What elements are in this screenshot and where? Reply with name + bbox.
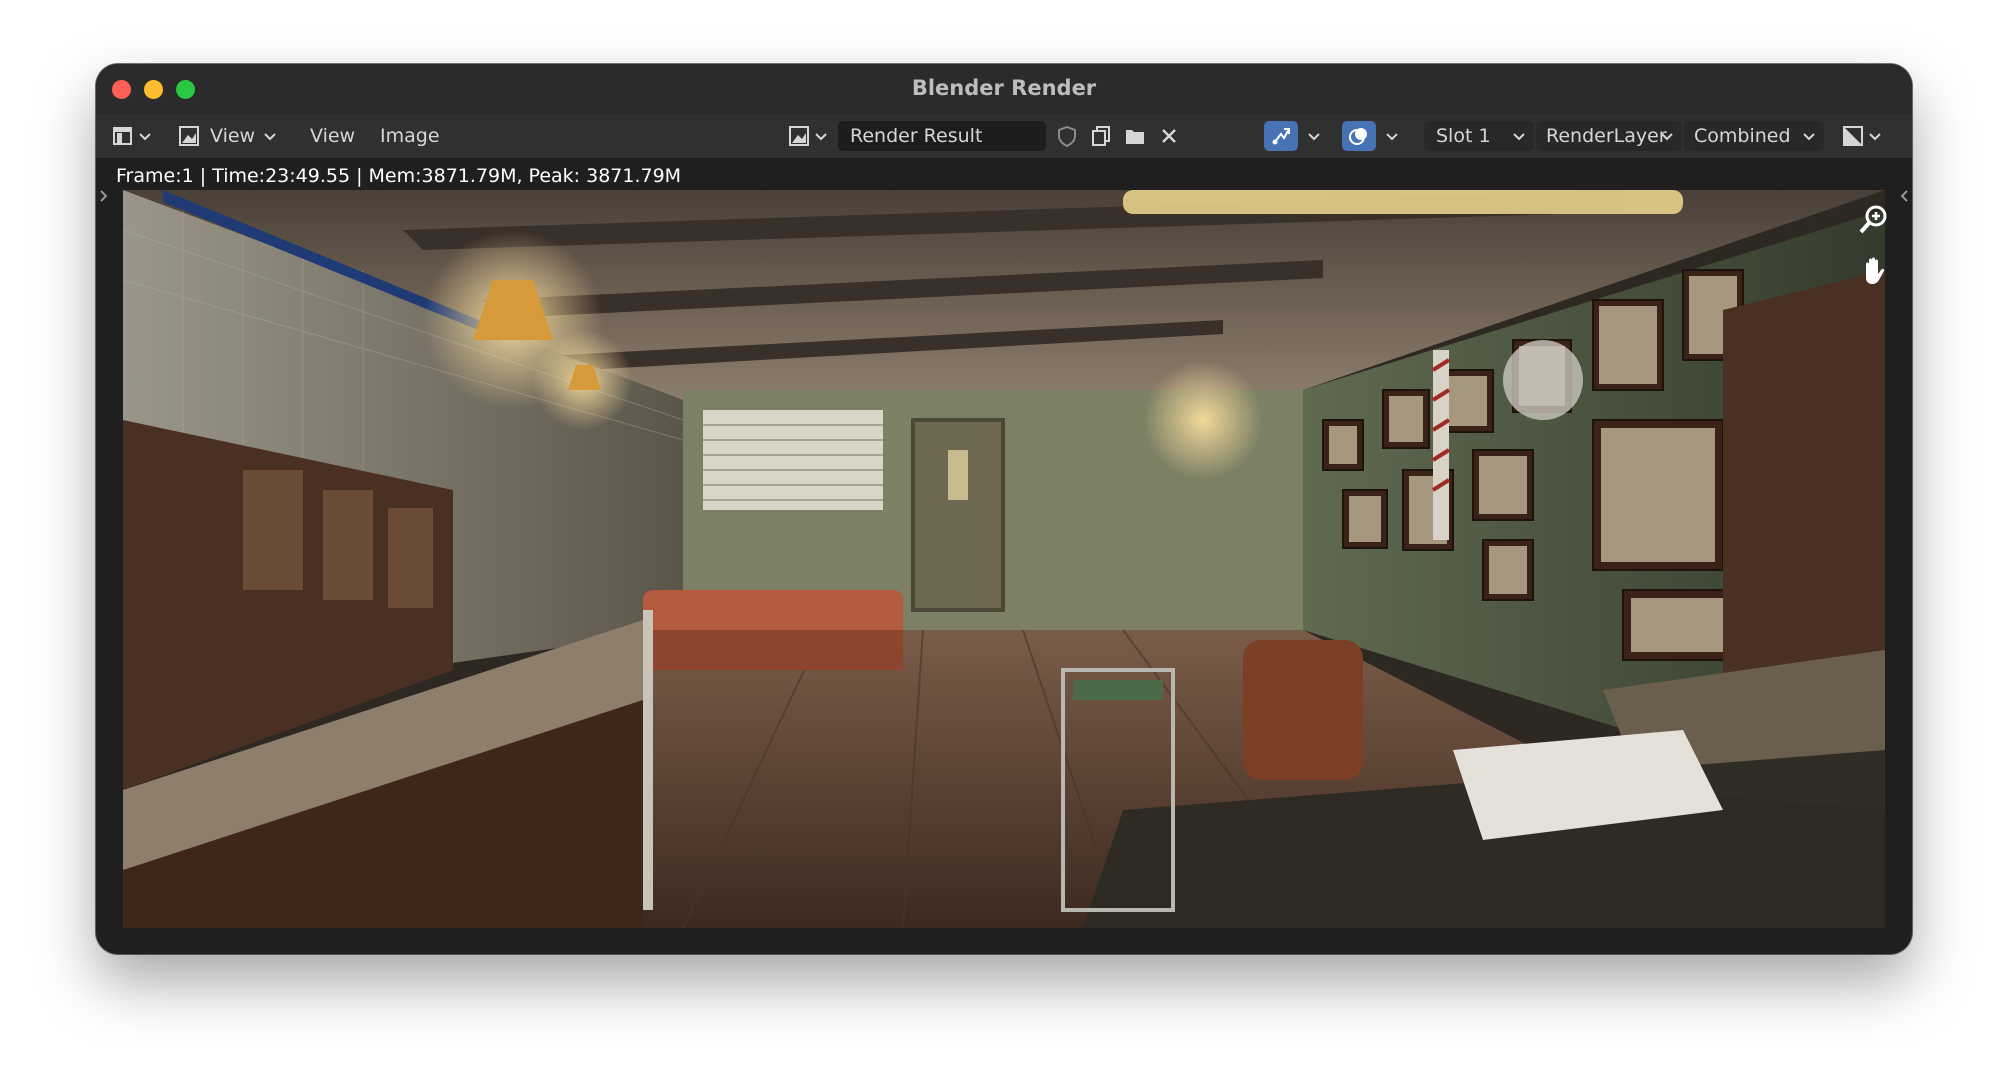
render-pass-dropdown[interactable]: Combined — [1684, 121, 1824, 151]
chevron-down-icon — [1308, 133, 1320, 141]
editor-type-dropdown[interactable] — [112, 121, 156, 151]
slot-dropdown[interactable]: Slot 1 — [1424, 121, 1534, 151]
chevron-down-icon — [1513, 133, 1525, 141]
close-icon — [1162, 129, 1176, 143]
folder-icon — [1126, 130, 1144, 144]
open-image-button[interactable] — [1118, 121, 1152, 151]
chevron-down-icon — [815, 133, 827, 141]
image-browse-icon — [789, 126, 809, 146]
image-view-icon — [179, 126, 199, 146]
chevron-down-icon — [264, 133, 276, 141]
unlink-image-button[interactable] — [1152, 121, 1186, 151]
image-editor-header: View View Image Render Result Slot 1 Ren… — [96, 114, 1912, 159]
slot-label: Slot 1 — [1436, 125, 1491, 147]
overlays-icon — [1349, 128, 1367, 145]
fake-user-button[interactable] — [1050, 121, 1084, 151]
menu-image[interactable]: Image — [380, 125, 440, 147]
duplicate-icon — [1092, 126, 1110, 146]
blender-render-window: Blender Render View View Image Render Re… — [96, 64, 1912, 954]
show-gizmo-toggle[interactable] — [1264, 121, 1298, 151]
render-result-image[interactable] — [122, 190, 1885, 929]
gizmo-icon — [1272, 128, 1290, 145]
render-pass-label: Combined — [1694, 125, 1791, 147]
image-name: Render Result — [850, 125, 983, 147]
display-channels-dropdown[interactable] — [1842, 121, 1890, 151]
display-channels-icon — [1843, 126, 1863, 146]
render-layer-label: RenderLayer — [1546, 125, 1667, 147]
show-overlays-toggle[interactable] — [1342, 121, 1376, 151]
chevron-down-icon — [1661, 133, 1673, 141]
chevron-down-icon — [1869, 133, 1881, 141]
title-bar: Blender Render — [96, 64, 1912, 115]
view-mode-label: View — [210, 125, 256, 147]
image-editor-icon — [113, 127, 132, 145]
menu-view[interactable]: View — [310, 125, 355, 147]
pan-hand-icon[interactable] — [1857, 254, 1891, 288]
render-stats-text: Frame:1 | Time:23:49.55 | Mem:3871.79M, … — [116, 165, 682, 187]
view-mode-dropdown[interactable]: View — [178, 121, 288, 151]
overlay-options-dropdown[interactable] — [1378, 121, 1406, 151]
zoom-icon[interactable] — [1857, 202, 1891, 236]
gizmo-options-dropdown[interactable] — [1300, 121, 1328, 151]
chevron-down-icon — [1803, 133, 1815, 141]
shield-icon — [1058, 125, 1076, 147]
image-name-field[interactable]: Render Result — [838, 121, 1046, 151]
chevron-down-icon — [139, 133, 151, 141]
browse-image-dropdown[interactable] — [788, 121, 834, 151]
chevron-right-icon[interactable] — [98, 188, 110, 204]
new-image-button[interactable] — [1084, 121, 1118, 151]
chevron-down-icon — [1386, 133, 1398, 141]
rendered-barbershop-image — [122, 190, 1885, 929]
chevron-left-icon[interactable] — [1898, 188, 1910, 204]
render-layer-dropdown[interactable]: RenderLayer — [1536, 121, 1682, 151]
window-title: Blender Render — [911, 76, 1097, 100]
